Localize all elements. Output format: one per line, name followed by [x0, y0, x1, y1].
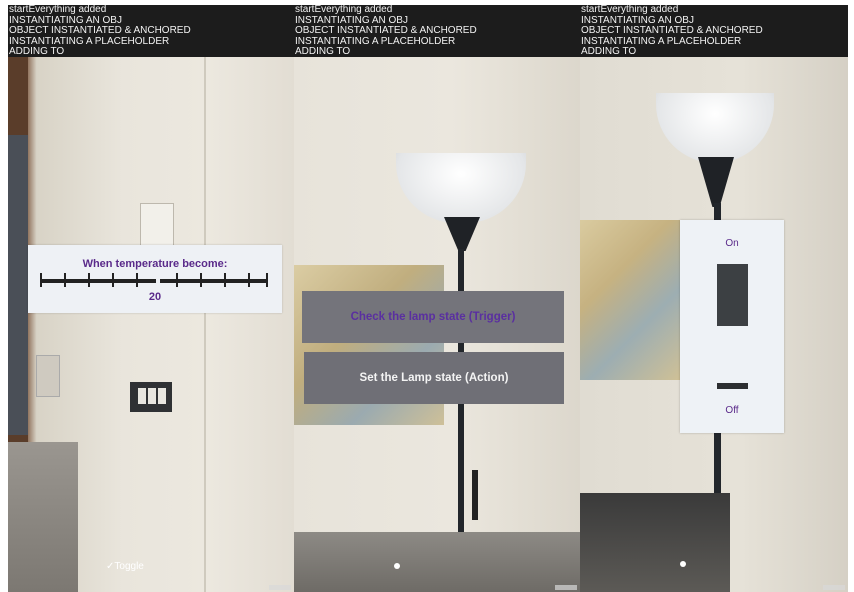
lamp-switch-card[interactable]: On Off [680, 220, 784, 433]
temperature-trigger-card: When temperature become: 20 [28, 245, 282, 313]
floor [8, 442, 78, 592]
light-switch-plate [130, 382, 172, 412]
switch-on-label: On [725, 238, 739, 249]
wall-map [580, 220, 680, 380]
camera-view-lamp-switch: startEverything added INSTANTIATING AN O… [580, 5, 848, 592]
debug-log: startEverything added INSTANTIATING AN O… [580, 5, 848, 57]
temperature-card-title: When temperature become: [82, 258, 228, 270]
debug-log: startEverything added INSTANTIATING AN O… [8, 5, 294, 57]
toggle-checkbox[interactable]: ✓Toggle [106, 561, 144, 572]
toggle-label: Toggle [114, 561, 144, 572]
wall-edge [204, 57, 206, 592]
log-line: ADDING TO [295, 46, 351, 58]
temperature-slider[interactable] [40, 273, 268, 287]
set-lamp-state-action-button[interactable]: Set the Lamp state (Action) [304, 352, 564, 404]
wall-socket [140, 203, 174, 249]
floor [294, 532, 580, 592]
watermark [823, 585, 845, 590]
camera-view-temperature: startEverything added INSTANTIATING AN O… [8, 5, 294, 592]
door-panel [8, 135, 28, 435]
lamp-cable [472, 470, 478, 520]
lamp-shade [396, 153, 526, 223]
check-lamp-state-trigger-button[interactable]: Check the lamp state (Trigger) [302, 291, 564, 343]
watermark [555, 585, 577, 590]
debug-log: startEverything added INSTANTIATING AN O… [294, 5, 580, 57]
switch-base [717, 383, 748, 389]
switch-lever[interactable] [717, 264, 748, 326]
lamp-neck [698, 157, 734, 207]
watermark [269, 585, 291, 590]
lamp-neck [444, 217, 480, 251]
log-line: startEverything added [581, 5, 679, 15]
wall-vent [36, 355, 60, 397]
log-line: startEverything added [9, 5, 107, 15]
floor-object [580, 493, 730, 592]
log-line: ADDING TO [9, 46, 65, 58]
lamp-shade [656, 93, 774, 163]
temperature-value: 20 [148, 291, 162, 303]
cursor-dot-icon [394, 563, 400, 569]
cursor-dot-icon [680, 561, 686, 567]
log-line: ADDING TO [581, 46, 637, 58]
camera-view-lamp-actions: startEverything added INSTANTIATING AN O… [294, 5, 580, 592]
log-line: startEverything added [295, 5, 393, 15]
switch-off-label: Off [725, 405, 739, 416]
